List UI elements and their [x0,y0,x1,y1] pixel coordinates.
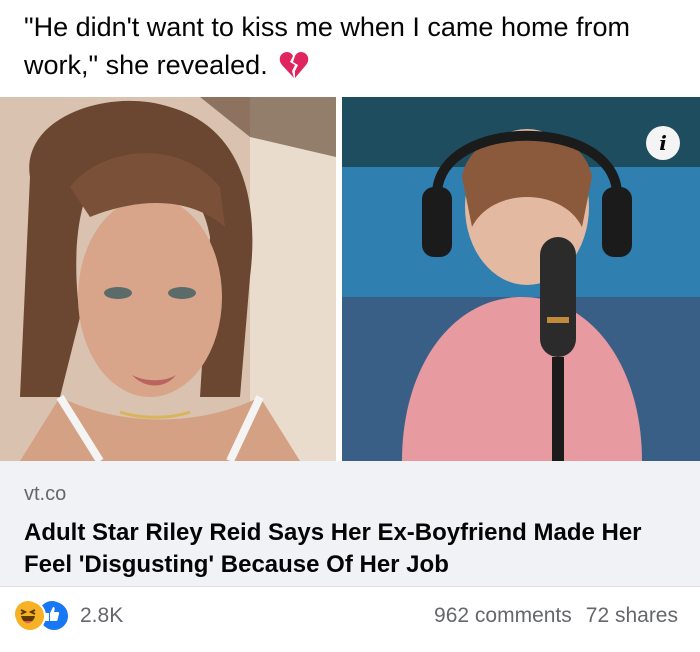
haha-reaction-icon [14,600,46,632]
engagement-bar: 2.8K 962 comments 72 shares [0,586,700,652]
engagement-counts: 962 comments 72 shares [434,604,678,628]
post-caption: "He didn't want to kiss me when I came h… [24,8,684,89]
link-domain: vt.co [24,483,67,505]
broken-heart-icon [279,51,309,89]
info-icon[interactable]: i [646,126,680,160]
post-caption-text: "He didn't want to kiss me when I came h… [24,12,630,80]
link-title[interactable]: Adult Star Riley Reid Says Her Ex-Boyfri… [24,517,684,581]
photo-right[interactable] [342,97,700,461]
photo-left[interactable] [0,97,336,461]
reactions-summary[interactable]: 2.8K [14,598,123,634]
comments-count-link[interactable]: 962 comments [434,604,572,628]
link-preview-card[interactable]: vt.co Adult Star Riley Reid Says Her Ex-… [0,461,700,586]
shares-count-link[interactable]: 72 shares [586,604,678,628]
reaction-count: 2.8K [80,604,124,627]
